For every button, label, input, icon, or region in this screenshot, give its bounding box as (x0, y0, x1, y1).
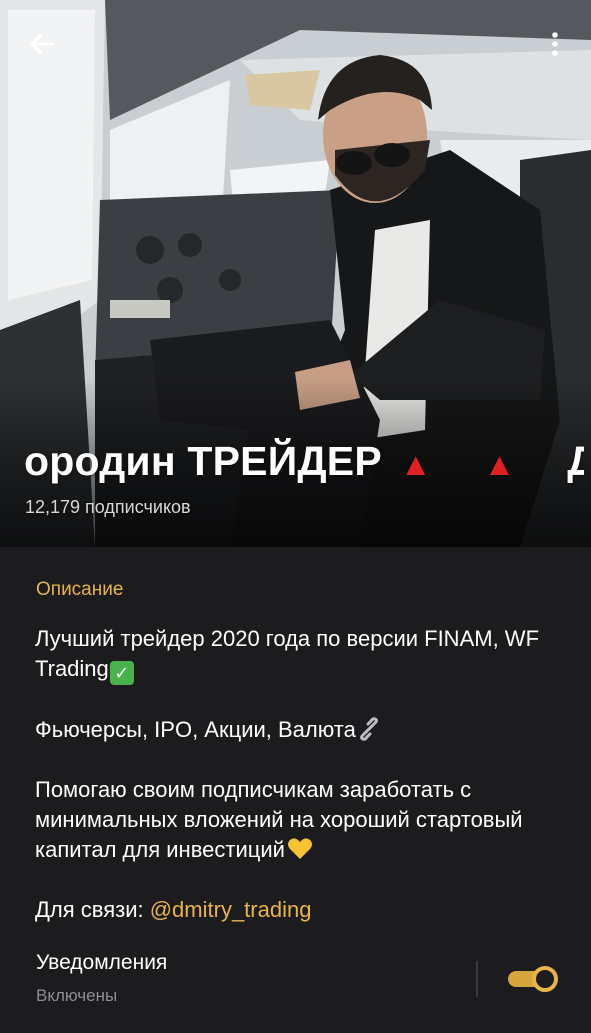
notifications-label: Уведомления (36, 951, 168, 974)
description-paragraph-2: Фьючерсы, IPO, Акции, Валюта (35, 715, 570, 745)
row-divider (476, 961, 478, 997)
contact-username-link[interactable]: @dmitry_trading (150, 897, 312, 922)
description-paragraph-3: Помогаю своим подписчикам заработать с м… (35, 775, 570, 865)
link-emoji-icon (359, 717, 378, 741)
channel-title: ородин ТРЕЙДЕР ▲▲Д (24, 438, 584, 485)
channel-info-panel: Описание Лучший трейдер 2020 года по вер… (0, 547, 591, 1033)
notifications-status: Включены (36, 986, 118, 1005)
description-paragraph-contact: Для связи: @dmitry_trading (35, 895, 570, 925)
yellow-heart-emoji-icon (287, 838, 312, 859)
channel-title-trailing: Д (567, 438, 584, 484)
channel-title-text: ородин ТРЕЙДЕР (24, 438, 382, 484)
toggle-knob (532, 966, 558, 992)
description-paragraph-1: Лучший трейдер 2020 года по версии FINAM… (35, 624, 570, 685)
subscriber-count: 12,179 подписчиков (25, 497, 191, 517)
more-vertical-icon (552, 32, 558, 56)
back-arrow-icon (30, 33, 55, 55)
red-triangle-icons: ▲▲ (399, 446, 568, 482)
contact-prefix: Для связи: (35, 897, 150, 922)
description-text-2: Фьючерсы, IPO, Акции, Валюта (35, 717, 356, 742)
channel-description: Лучший трейдер 2020 года по версии FINAM… (35, 624, 570, 925)
notifications-toggle[interactable] (508, 965, 558, 993)
check-mark-emoji-icon: ✓ (109, 661, 134, 685)
more-options-button[interactable] (537, 22, 573, 66)
description-label: Описание (36, 579, 124, 600)
channel-cover-photo: ородин ТРЕЙДЕР ▲▲Д 12,179 подписчиков (0, 0, 591, 547)
description-text-3: Помогаю своим подписчикам заработать с м… (35, 777, 523, 862)
back-button[interactable] (20, 22, 64, 66)
notifications-setting-row[interactable]: Уведомления Включены (0, 937, 591, 1017)
